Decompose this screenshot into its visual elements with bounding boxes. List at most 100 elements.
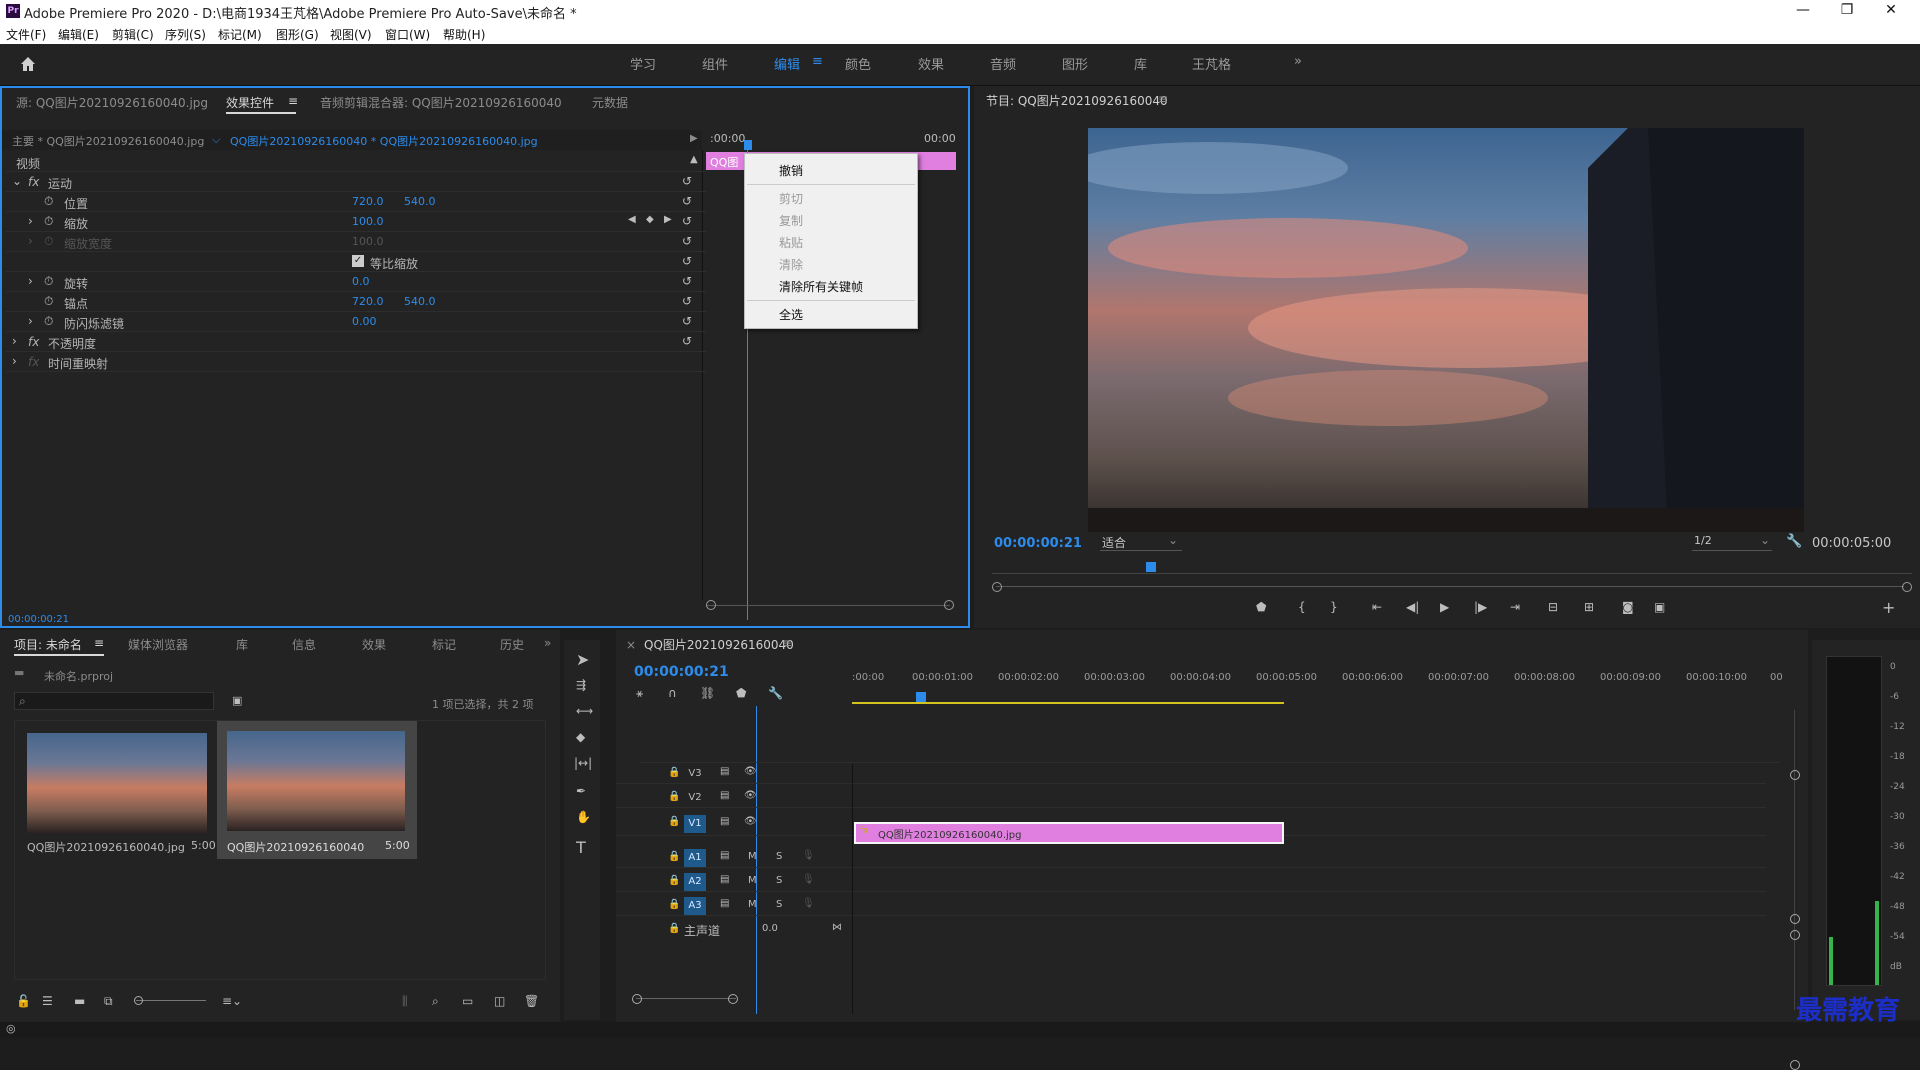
chevron-right-icon[interactable]: › — [28, 274, 33, 288]
reset-icon[interactable]: ↺ — [682, 174, 692, 188]
film-icon[interactable]: ▤ — [720, 766, 729, 777]
tab-libraries[interactable]: 库 — [236, 636, 248, 653]
project-item-selected[interactable]: QQ图片20210926160040 5:00 — [217, 721, 417, 859]
go-to-out-icon[interactable]: ⇥ — [1510, 600, 1520, 614]
track-v2[interactable]: 🔒 V2 ▤ 👁 — [616, 788, 1766, 808]
program-playhead-icon[interactable] — [1146, 562, 1156, 572]
track-a3[interactable]: 🔒 A3 ▤ M S 🎙 — [616, 896, 1766, 916]
master-clip-label[interactable]: 主要 * QQ图片20210926160040.jpg — [12, 133, 204, 149]
linked-selection-icon[interactable]: ⛓ — [700, 686, 715, 700]
pen-icon[interactable]: ✒ — [576, 784, 586, 798]
menu-copy[interactable]: 复制 — [779, 212, 803, 229]
play-icon[interactable]: ▶ — [1440, 600, 1449, 614]
zoom-slider-handle[interactable] — [134, 996, 143, 1005]
stopwatch-icon[interactable]: ⏱ — [44, 194, 53, 209]
home-icon[interactable] — [18, 54, 38, 74]
uniform-scale-checkbox[interactable]: ✓ — [352, 255, 364, 267]
tab-effect-controls[interactable]: 效果控件 — [226, 94, 274, 111]
effect-controls-timecode[interactable]: 00:00:00:21 — [8, 614, 69, 625]
close-button[interactable]: ✕ — [1874, 2, 1908, 18]
more-tabs-icon[interactable]: » — [544, 636, 551, 650]
go-to-in-icon[interactable]: ⇤ — [1372, 600, 1382, 614]
horizontal-scrollbar[interactable] — [632, 994, 742, 1004]
track-select-icon[interactable]: ⇶ — [576, 678, 586, 692]
scale-value[interactable]: 100.0 — [352, 215, 384, 228]
workspace-custom[interactable]: 王芃格 — [1192, 54, 1231, 73]
program-zoom-scrollbar[interactable] — [992, 582, 1912, 592]
vertical-scrollbar[interactable] — [1790, 710, 1800, 1070]
icon-view-icon[interactable]: ▬ — [74, 994, 85, 1008]
minimize-button[interactable]: — — [1786, 2, 1820, 18]
solo-button[interactable]: S — [776, 875, 782, 886]
film-icon[interactable]: ▤ — [720, 790, 729, 801]
find-icon[interactable]: ⌕ — [432, 994, 439, 1009]
hand-icon[interactable]: ✋ — [576, 810, 591, 824]
menu-select-all[interactable]: 全选 — [779, 306, 803, 323]
marker-icon[interactable]: ⬟ — [736, 686, 746, 700]
snap-magnet-icon[interactable]: ∩ — [668, 686, 677, 700]
lift-icon[interactable]: ⊟ — [1548, 600, 1558, 614]
panel-menu-icon[interactable]: ≡ — [1158, 92, 1168, 106]
track-a2[interactable]: 🔒 A2 ▤ M S 🎙 — [616, 872, 1766, 892]
ripple-edit-icon[interactable]: ⟷ — [576, 704, 593, 718]
timeline-ruler[interactable]: :00:00 00:00:01:00 00:00:02:00 00:00:03:… — [852, 672, 1783, 708]
compare-view-icon[interactable]: ▣ — [1654, 600, 1665, 614]
tab-project[interactable]: 项目: 未命名 — [14, 636, 82, 653]
reset-icon[interactable]: ↺ — [682, 334, 692, 348]
new-bin-icon[interactable]: ▭ — [462, 994, 473, 1008]
timeline-timecode[interactable]: 00:00:00:21 — [634, 664, 729, 680]
step-forward-icon[interactable]: |▶ — [1474, 600, 1487, 614]
menu-edit[interactable]: 编辑(E) — [58, 26, 99, 43]
scroll-up-icon[interactable]: ▲ — [690, 154, 698, 165]
anchor-y-value[interactable]: 540.0 — [404, 295, 436, 308]
timeline-clip[interactable]: fx QQ图片20210926160040.jpg — [854, 822, 1284, 844]
mark-out-icon[interactable]: } — [1330, 600, 1338, 614]
motion-row[interactable]: ⌄ fx 运动 ↺ — [6, 172, 706, 192]
workspace-libraries[interactable]: 库 — [1134, 54, 1147, 73]
sync-icon[interactable]: ▤ — [720, 874, 729, 885]
program-video-frame[interactable] — [1088, 128, 1804, 532]
add-marker-icon[interactable]: ⬟ — [1256, 600, 1266, 614]
lock-icon[interactable]: 🔒 — [668, 791, 680, 802]
track-label[interactable]: V3 — [684, 765, 706, 783]
workspace-graphics[interactable]: 图形 — [1062, 54, 1088, 73]
position-x-value[interactable]: 720.0 — [352, 195, 384, 208]
export-frame-icon[interactable]: ◙ — [1622, 600, 1634, 614]
reset-icon[interactable]: ↺ — [682, 214, 692, 228]
tab-menu-icon[interactable]: ≡ — [782, 636, 792, 650]
sort-icon[interactable]: ≡⌄ — [222, 994, 242, 1008]
mute-button[interactable]: M — [748, 851, 757, 862]
resolution-dropdown[interactable]: 1/2 ⌄ — [1692, 533, 1772, 551]
chevron-down-icon[interactable]: ⌄ — [12, 174, 22, 188]
program-title[interactable]: 节目: QQ图片20210926160040 — [986, 92, 1168, 109]
anchor-x-value[interactable]: 720.0 — [352, 295, 384, 308]
tab-info[interactable]: 信息 — [292, 636, 316, 653]
slip-icon[interactable]: |↔| — [574, 756, 592, 770]
mute-button[interactable]: M — [748, 875, 757, 886]
menu-graphics[interactable]: 图形(G) — [276, 26, 319, 43]
tab-effects[interactable]: 效果 — [362, 636, 386, 653]
lock-icon[interactable]: 🔓 — [16, 994, 31, 1008]
reset-icon[interactable]: ↺ — [682, 254, 692, 268]
solo-button[interactable]: S — [776, 851, 782, 862]
stopwatch-icon[interactable]: ⏱ — [44, 294, 53, 309]
mini-playhead-icon[interactable] — [744, 140, 752, 150]
menu-clear[interactable]: 清除 — [779, 256, 803, 273]
reset-icon[interactable]: ↺ — [682, 314, 692, 328]
workspace-learning[interactable]: 学习 — [630, 54, 656, 73]
razor-icon[interactable]: ◆ — [576, 730, 585, 744]
selection-tool-icon[interactable]: ➤ — [576, 650, 589, 669]
step-back-icon[interactable]: ◀| — [1406, 600, 1419, 614]
freeform-view-icon[interactable]: ⧉ — [104, 994, 113, 1009]
go-to-end-icon[interactable]: ⋈ — [832, 922, 842, 933]
sync-icon[interactable]: ▤ — [720, 898, 729, 909]
extract-icon[interactable]: ⊞ — [1584, 600, 1594, 614]
lock-icon[interactable]: 🔒 — [668, 767, 680, 778]
opacity-row[interactable]: › fx 不透明度 ↺ — [6, 332, 706, 352]
film-icon[interactable]: ▤ — [720, 816, 729, 827]
add-button-icon[interactable]: + — [1882, 598, 1895, 617]
reset-icon[interactable]: ↺ — [682, 194, 692, 208]
menu-help[interactable]: 帮助(H) — [443, 26, 485, 43]
program-ruler[interactable] — [992, 560, 1912, 574]
mark-in-icon[interactable]: { — [1298, 600, 1306, 614]
